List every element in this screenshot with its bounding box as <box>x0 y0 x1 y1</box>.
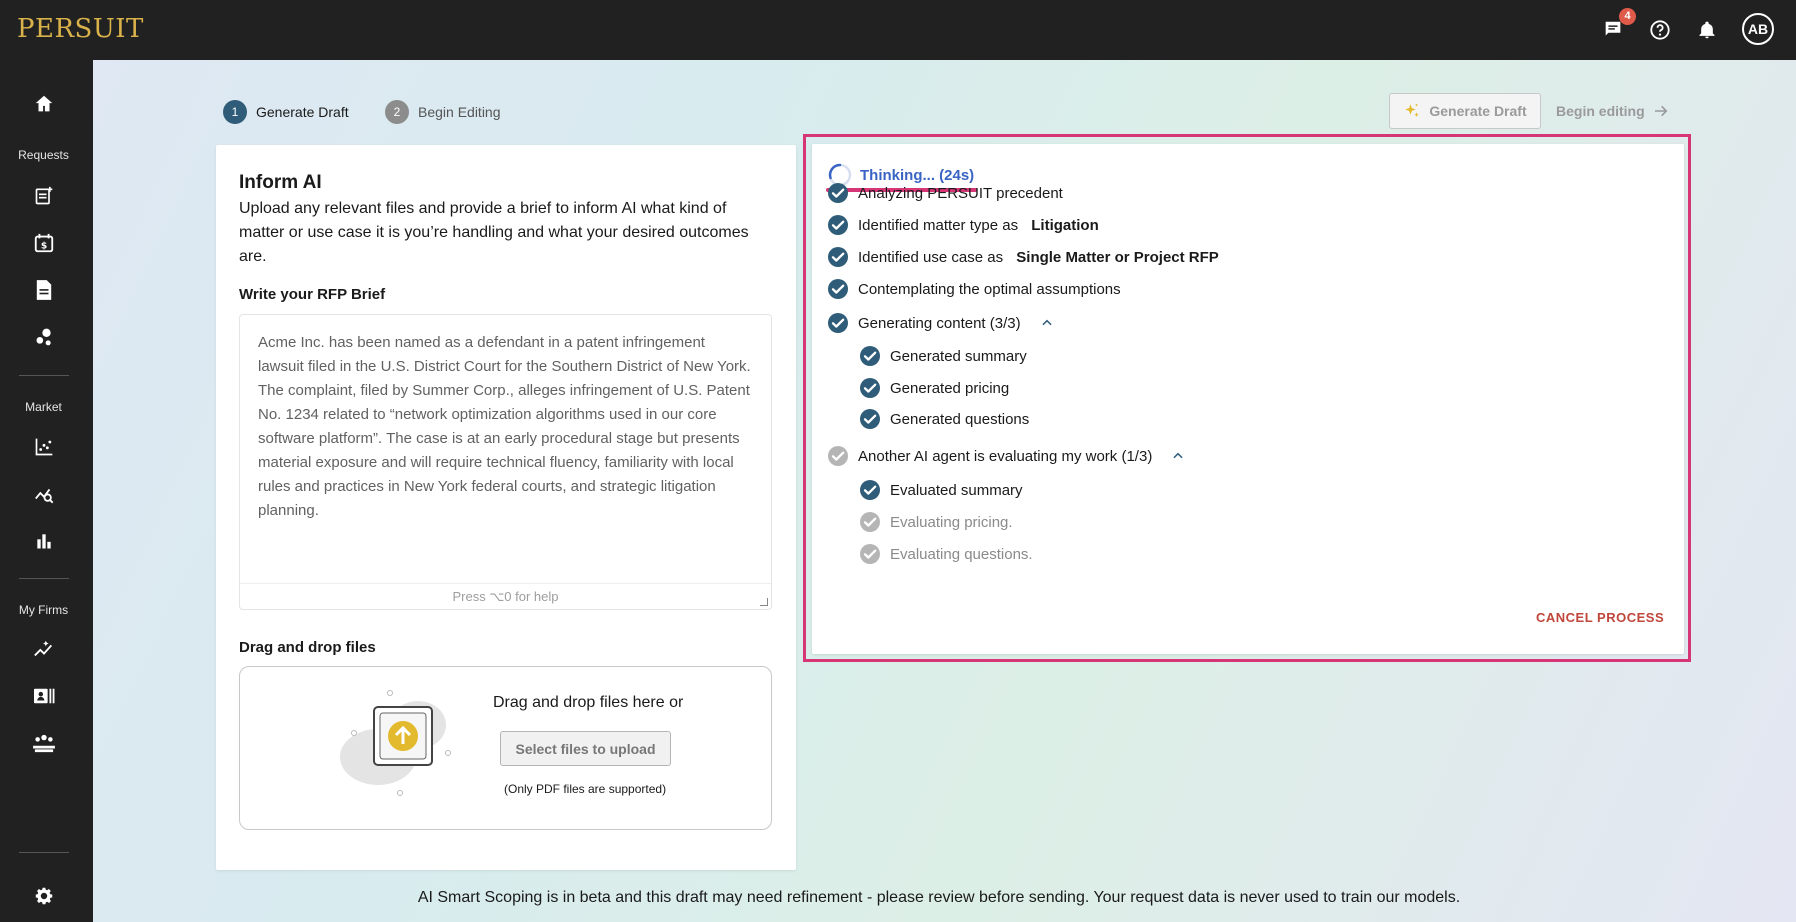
check-done-icon <box>827 246 849 268</box>
team-icon[interactable] <box>27 726 61 760</box>
task-label: Generated summary <box>890 347 1027 365</box>
task-row[interactable]: Another AI agent is evaluating my work (… <box>827 445 1185 467</box>
help-icon[interactable] <box>1645 15 1675 45</box>
market-search-icon[interactable] <box>27 477 61 511</box>
step-label: Generate Draft <box>256 104 349 120</box>
thinking-text: Thinking... (24s) <box>860 166 975 184</box>
step-begin-editing[interactable]: 2 Begin Editing <box>385 100 501 124</box>
insights-icon[interactable] <box>27 632 61 666</box>
check-pending-icon <box>859 543 881 565</box>
check-done-icon <box>859 479 881 501</box>
task-label: Evaluating questions. <box>890 545 1033 563</box>
task-row: Evaluated summary <box>859 479 1023 501</box>
inform-ai-card: Inform AI Upload any relevant files and … <box>216 145 796 870</box>
sidebar-section-requests: Requests <box>18 148 69 162</box>
task-row: Evaluating questions. <box>859 543 1033 565</box>
rfp-brief-textarea[interactable]: Acme Inc. has been named as a defendant … <box>239 314 772 610</box>
task-label: Identified use case as <box>858 248 1008 266</box>
task-row: Contemplating the optimal assumptions <box>827 278 1121 300</box>
bubbles-icon[interactable] <box>27 320 61 354</box>
task-row: Identified matter type as Litigation <box>827 214 1099 236</box>
sparkle-icon <box>1405 103 1420 117</box>
new-request-icon[interactable] <box>27 179 61 213</box>
svg-text:$: $ <box>41 241 47 252</box>
user-avatar[interactable]: AB <box>1742 13 1774 45</box>
task-row: Generated summary <box>859 345 1027 367</box>
top-bar: PERSUIT 4 AB <box>0 0 1796 60</box>
inform-ai-description: Upload any relevant files and provide a … <box>239 200 749 265</box>
task-row: Generated questions <box>859 408 1029 430</box>
step-label: Begin Editing <box>418 104 501 120</box>
brief-help-hint: Press ⌥0 for help <box>240 583 771 609</box>
task-label: Generated questions <box>890 410 1030 428</box>
task-label-emphasis: Litigation <box>1031 216 1099 234</box>
inform-ai-title: Inform AI <box>239 172 322 193</box>
file-dropzone[interactable]: Drag and drop files here or Select files… <box>239 666 772 830</box>
arrow-right-icon <box>1654 105 1668 117</box>
task-label: Another AI agent is evaluating my work (… <box>858 447 1153 465</box>
check-done-icon <box>827 214 849 236</box>
check-done-icon <box>859 345 881 367</box>
begin-editing-label: Begin editing <box>1556 103 1645 119</box>
persuit-logo[interactable]: PERSUIT <box>17 14 144 44</box>
check-pending-icon <box>859 511 881 533</box>
step-generate-draft[interactable]: 1 Generate Draft <box>223 100 349 124</box>
home-icon[interactable] <box>27 87 61 121</box>
step-number: 2 <box>385 100 409 124</box>
generate-draft-button[interactable]: Generate Draft <box>1389 93 1541 129</box>
bar-chart-icon[interactable] <box>27 524 61 558</box>
chevron-up-icon[interactable] <box>1171 449 1185 463</box>
rfp-brief-label: Write your RFP Brief <box>239 286 386 303</box>
task-row: Evaluating pricing. <box>859 511 1013 533</box>
step-number: 1 <box>223 100 247 124</box>
upload-illustration-icon <box>340 690 451 796</box>
select-files-button[interactable]: Select files to upload <box>500 731 671 766</box>
task-label: Evaluated summary <box>890 481 1023 499</box>
firm-card-icon[interactable] <box>27 679 61 713</box>
sidebar-divider <box>19 852 69 853</box>
begin-editing-button[interactable]: Begin editing <box>1556 93 1669 129</box>
task-label-emphasis: Single Matter or Project RFP <box>1016 248 1219 266</box>
generation-progress-card: Thinking... (24s) Analyzing PERSUIT prec… <box>812 144 1684 654</box>
messages-badge: 4 <box>1619 8 1636 25</box>
task-label: Contemplating the optimal assumptions <box>858 280 1121 298</box>
dropzone-label: Drag and drop files <box>239 639 376 656</box>
rfp-brief-text: Acme Inc. has been named as a defendant … <box>258 334 751 519</box>
notifications-bell-icon[interactable] <box>1692 15 1722 45</box>
task-row[interactable]: Generating content (3/3) <box>827 312 1054 334</box>
task-row: Generated pricing <box>859 377 1009 399</box>
task-label: Evaluating pricing. <box>890 513 1013 531</box>
task-label: Generating content (3/3) <box>858 314 1021 332</box>
scatter-chart-icon[interactable] <box>27 430 61 464</box>
generate-draft-label: Generate Draft <box>1429 103 1527 119</box>
resize-handle[interactable] <box>760 598 768 606</box>
task-label: Generated pricing <box>890 379 1010 397</box>
check-done-icon <box>859 377 881 399</box>
messages-icon[interactable]: 4 <box>1598 8 1636 45</box>
cancel-process-button[interactable]: CANCEL PROCESS <box>1536 610 1664 625</box>
check-done-icon <box>859 408 881 430</box>
sidebar-section-my-firms: My Firms <box>18 603 69 617</box>
sidebar-divider <box>19 578 69 579</box>
check-done-icon <box>827 278 849 300</box>
sidebar-divider <box>19 375 69 376</box>
document-icon[interactable] <box>27 273 61 307</box>
task-row: Identified use case as Single Matter or … <box>827 246 1219 268</box>
task-row: Analyzing PERSUIT precedent <box>827 182 1063 204</box>
sidebar-section-market: Market <box>25 400 62 414</box>
pricing-calendar-icon[interactable]: $ <box>27 226 61 260</box>
task-label: Analyzing PERSUIT precedent <box>858 184 1063 202</box>
task-label: Identified matter type as <box>858 216 1023 234</box>
sidebar: Requests $ Market My Firms <box>0 60 93 922</box>
check-done-icon <box>827 312 849 334</box>
beta-disclaimer: AI Smart Scoping is in beta and this dra… <box>417 889 1461 906</box>
dropzone-text: Drag and drop files here or <box>493 694 684 711</box>
check-pending-icon <box>827 445 849 467</box>
chevron-up-icon[interactable] <box>1040 316 1054 330</box>
check-done-icon <box>827 182 849 204</box>
upload-note: (Only PDF files are supported) <box>504 782 667 796</box>
